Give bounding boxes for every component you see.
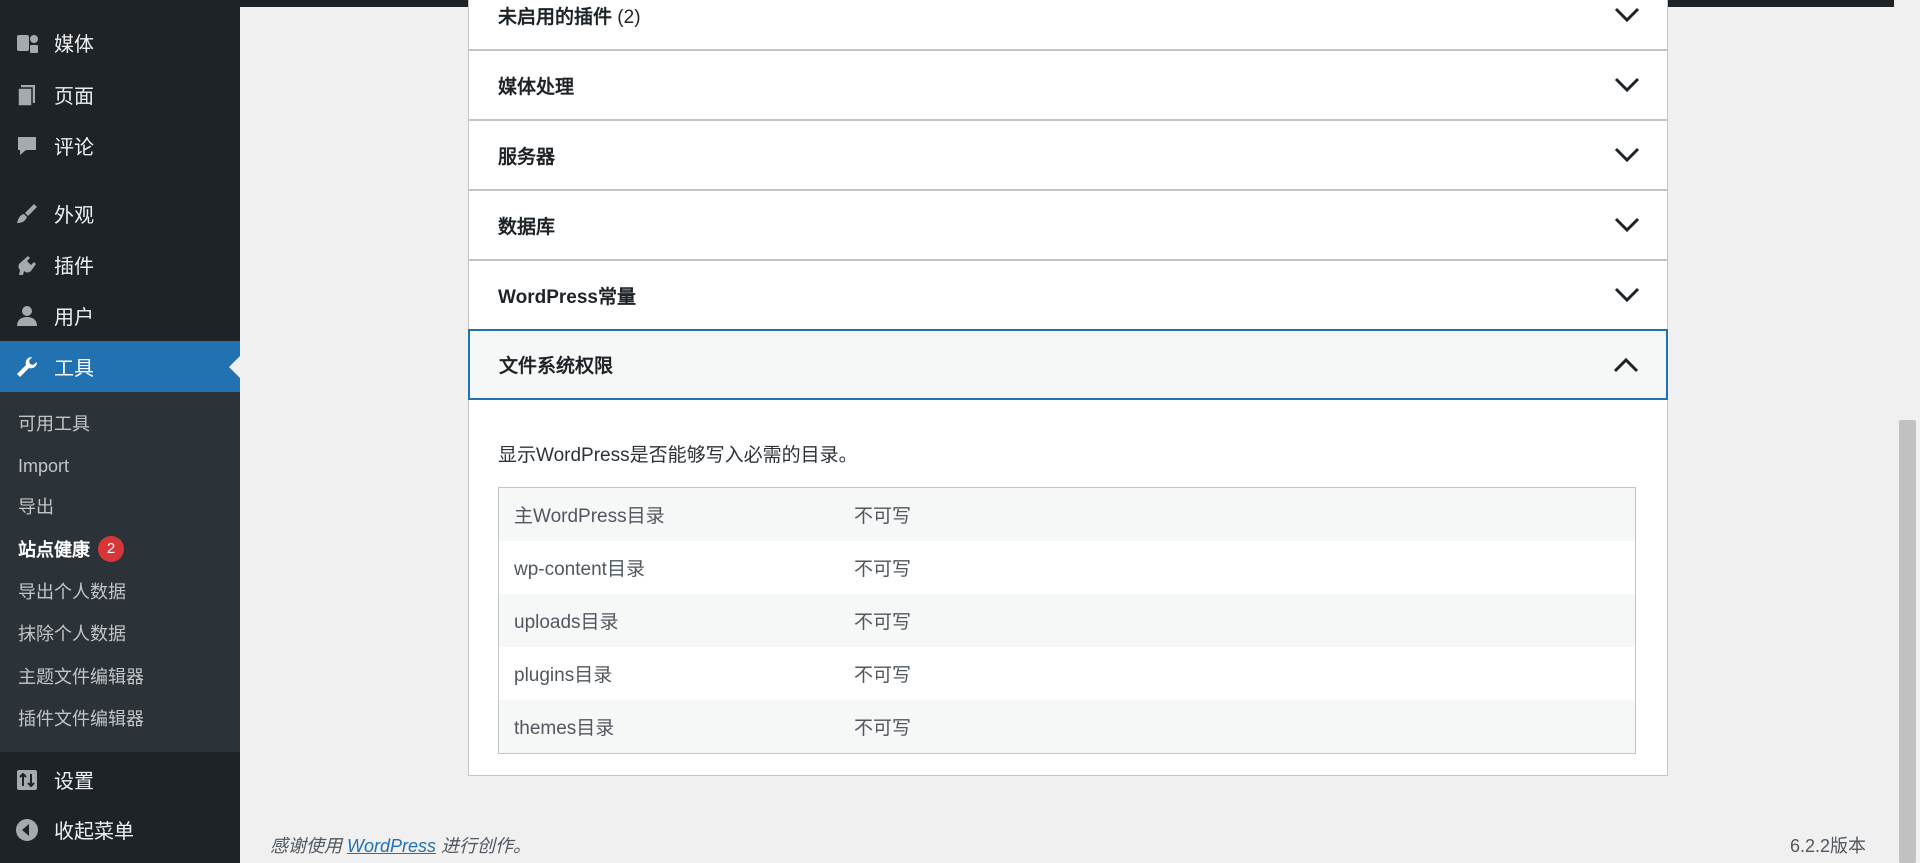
directory-name: 主WordPress目录 [514,506,665,527]
users-icon [12,301,42,331]
collapse-menu-button[interactable]: 收起菜单 [0,804,240,855]
admin-sidebar: 媒体 页面 评论 外观 插件 用户 工具 可用工具 Import 导出 站点健康… [0,0,240,863]
table-row: 主WordPress目录 不可写 [499,488,1635,541]
menu-media[interactable]: 媒体 [0,17,240,68]
appearance-icon [12,199,42,229]
tools-icon [12,352,42,382]
table-row: plugins目录 不可写 [499,647,1635,700]
writable-status: 不可写 [854,718,912,739]
footer-thanks-prefix: 感谢使用 [270,836,342,856]
permissions-table: 主WordPress目录 不可写 wp-content目录 不可写 upload… [498,487,1636,754]
chevron-down-icon [1614,147,1640,163]
submenu-theme-editor[interactable]: 主题文件编辑器 [18,657,144,697]
menu-plugins-label: 插件 [54,256,94,278]
menu-users[interactable]: 用户 [0,290,240,341]
section-title: 服务器 [498,146,556,168]
menu-media-label: 媒体 [54,34,94,56]
media-icon [12,28,42,58]
section-title: 数据库 [498,216,556,238]
filesystem-description: 显示WordPress是否能够写入必需的目录。 [498,445,858,466]
menu-plugins[interactable]: 插件 [0,239,240,290]
writable-status: 不可写 [854,665,912,686]
writable-status: 不可写 [854,506,912,527]
submenu-site-health[interactable]: 站点健康 2 [18,530,124,570]
table-row: uploads目录 不可写 [499,594,1635,647]
directory-name: uploads目录 [514,612,619,633]
menu-comments[interactable]: 评论 [0,120,240,171]
tools-submenu: 可用工具 Import 导出 站点健康 2 导出个人数据 抹除个人数据 主题文件编… [0,392,240,752]
footer-thanks: 感谢使用 WordPress 进行创作。 [270,832,531,858]
table-row: wp-content目录 不可写 [499,541,1635,594]
comments-icon [12,131,42,161]
menu-settings[interactable]: 设置 [0,754,240,805]
menu-comments-label: 评论 [54,137,94,159]
directory-name: plugins目录 [514,665,613,686]
pages-icon [12,80,42,110]
section-count: (2) [617,6,641,28]
submenu-export[interactable]: 导出 [18,487,54,527]
section-title: 文件系统权限 [499,356,614,377]
chevron-down-icon [1614,77,1640,93]
collapse-menu-label: 收起菜单 [54,821,134,843]
submenu-available-tools[interactable]: 可用工具 [18,404,90,444]
footer-thanks-suffix: 进行创作。 [441,836,532,856]
submenu-import[interactable]: Import [18,446,69,486]
menu-users-label: 用户 [54,307,94,329]
writable-status: 不可写 [854,559,912,580]
directory-name: themes目录 [514,718,615,739]
menu-tools[interactable]: 工具 [0,341,240,392]
section-database[interactable]: 数据库 [468,190,1668,260]
submenu-site-health-label: 站点健康 [18,540,90,560]
site-health-badge: 2 [98,536,124,563]
footer-version: 6.2.2版本 [1789,836,1866,856]
chevron-down-icon [1614,287,1640,303]
section-title: 未启用的插件 (2) [498,6,641,28]
menu-appearance-label: 外观 [54,205,94,227]
collapse-icon [12,815,42,845]
section-media-handling[interactable]: 媒体处理 [468,50,1668,120]
menu-pages[interactable]: 页面 [0,69,240,120]
chevron-up-icon [1613,357,1639,372]
wordpress-link[interactable]: WordPress [347,836,436,856]
scrollbar-thumb[interactable] [1899,420,1916,863]
filesystem-section-body: 显示WordPress是否能够写入必需的目录。 主WordPress目录 不可写… [468,400,1668,776]
menu-settings-label: 设置 [54,771,94,793]
submenu-export-personal-data[interactable]: 导出个人数据 [18,572,126,612]
table-row: themes目录 不可写 [499,700,1635,753]
section-inactive-plugins[interactable]: 未启用的插件 (2) [468,0,1668,50]
submenu-erase-personal-data[interactable]: 抹除个人数据 [18,614,126,654]
menu-pages-label: 页面 [54,86,94,108]
directory-name: wp-content目录 [514,559,645,580]
settings-icon [12,765,42,795]
section-wp-constants[interactable]: WordPress常量 [468,260,1668,330]
section-title: WordPress常量 [498,286,636,308]
section-title: 媒体处理 [498,76,575,98]
page-scrollbar[interactable] [1894,0,1920,863]
chevron-down-icon [1614,217,1640,233]
section-server[interactable]: 服务器 [468,120,1668,190]
menu-appearance[interactable]: 外观 [0,188,240,239]
writable-status: 不可写 [854,612,912,633]
menu-tools-label: 工具 [54,358,94,380]
section-filesystem-permissions[interactable]: 文件系统权限 [468,329,1668,400]
submenu-plugin-editor[interactable]: 插件文件编辑器 [18,699,144,739]
plugins-icon [12,250,42,280]
chevron-down-icon [1614,7,1640,23]
